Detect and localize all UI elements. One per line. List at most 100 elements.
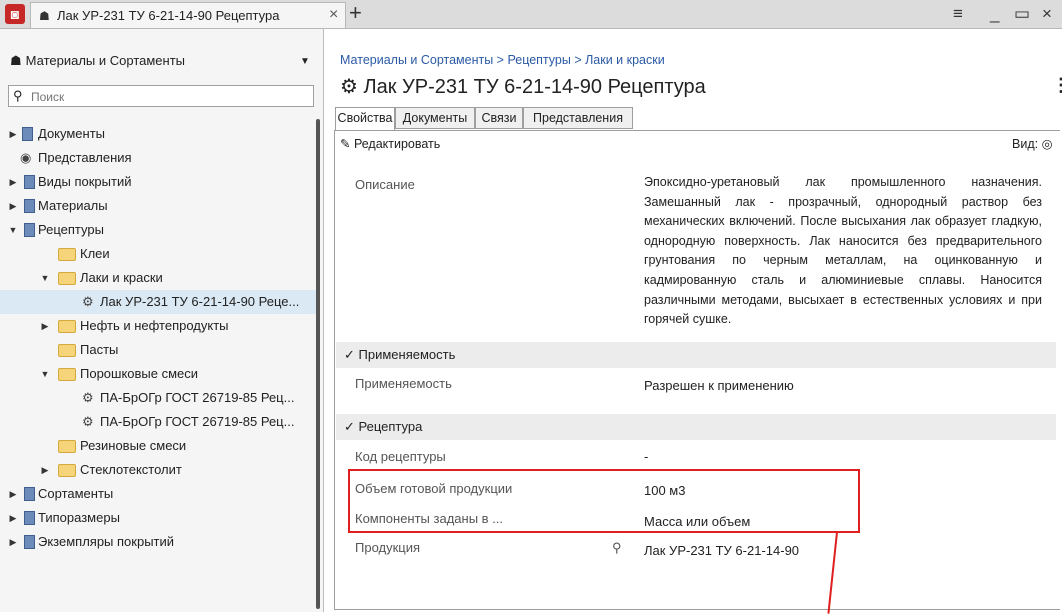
collapse-icon[interactable]: ▼ [40, 266, 50, 290]
tree-item-label: Рецептуры [38, 222, 104, 237]
tree-item-label: Лаки и краски [80, 270, 163, 285]
description-value: Эпоксидно-уретановый лак промышленного н… [644, 175, 1042, 327]
product-value[interactable]: Лак УР-231 ТУ 6-21-14-90 [644, 543, 799, 558]
page-title: ⚙ Лак УР-231 ТУ 6-21-14-90 Рецептура [340, 74, 706, 99]
tree-item-label: Сортаменты [38, 486, 114, 501]
expand-icon[interactable]: ▶ [8, 482, 18, 506]
tree-item-powder-mixes[interactable]: ▼ Порошковые смеси [0, 362, 318, 386]
recipe-icon: ⚙ [82, 294, 94, 309]
collapse-icon[interactable]: ▼ [40, 362, 50, 386]
folder-icon [58, 368, 76, 381]
section-title-text: Применяемость [358, 347, 456, 362]
recipe-icon: ⚙ [340, 76, 364, 98]
menu-icon[interactable]: ≡ [953, 2, 963, 26]
tree-item-label: Стеклотекстолит [80, 462, 182, 477]
tab-properties[interactable]: Свойства [335, 107, 395, 131]
close-window-button[interactable]: × [1042, 2, 1052, 26]
catalog-icon [24, 199, 35, 213]
tree-item-adhesives[interactable]: Клеи [0, 242, 318, 266]
tree-item-materials[interactable]: ▶ Материалы [0, 194, 318, 218]
add-tab-button[interactable]: + [349, 0, 362, 26]
tree-item-documents[interactable]: ▶ Документы [0, 122, 318, 146]
tree-item-coating-instances[interactable]: ▶ Экземпляры покрытий [0, 530, 318, 554]
tree-scrollbar[interactable] [316, 119, 320, 609]
expand-icon[interactable]: ▶ [8, 194, 18, 218]
tree-item-label: ПА-БрОГр ГОСТ 26719-85 Рец... [100, 390, 295, 405]
applicability-section-title: ✓ Применяемость [344, 347, 455, 363]
title-bar: ◙ ☗ Лак УР-231 ТУ 6-21-14-90 Рецептура ×… [0, 0, 1062, 29]
description-label: Описание [355, 177, 415, 192]
document-tab[interactable]: ☗ Лак УР-231 ТУ 6-21-14-90 Рецептура × [30, 2, 346, 28]
applicability-value: Разрешен к применению [644, 378, 794, 393]
tree-item-label: Виды покрытий [38, 174, 132, 189]
tree-item-label: Документы [38, 126, 106, 141]
chevron-down-icon: ✓ [344, 419, 359, 434]
expand-icon[interactable]: ▶ [8, 122, 18, 146]
tab-documents[interactable]: Документы [395, 107, 475, 129]
workspace-selector[interactable]: ☗ Материалы и Сортаменты [10, 53, 185, 69]
tree-item-powder-recipe-2[interactable]: ⚙ ПА-БрОГр ГОСТ 26719-85 Рец... [0, 410, 318, 434]
folder-icon [58, 464, 76, 477]
view-label: Вид: [1012, 137, 1039, 151]
folder-icon [58, 248, 76, 261]
tree-item-views[interactable]: ◉ Представления [0, 146, 318, 170]
document-tab-title: Лак УР-231 ТУ 6-21-14-90 Рецептура [57, 8, 280, 23]
applicability-section-header[interactable]: ✓ Применяемость [336, 342, 1056, 368]
tree-item-label: Резиновые смеси [80, 438, 187, 453]
workspace-title: Материалы и Сортаменты [25, 53, 185, 68]
expand-icon[interactable]: ▶ [8, 506, 18, 530]
close-tab-icon[interactable]: × [329, 6, 338, 24]
catalog-icon [24, 175, 35, 189]
expand-icon[interactable]: ▶ [8, 530, 18, 554]
tree-item-rubber-mixes[interactable]: Резиновые смеси [0, 434, 318, 458]
tree-item-powder-recipe-1[interactable]: ⚙ ПА-БрОГр ГОСТ 26719-85 Рец... [0, 386, 318, 410]
applicability-label: Применяемость [355, 376, 452, 391]
recipe-icon: ⚙ [82, 390, 94, 405]
tree-item-label: Пасты [80, 342, 119, 357]
search-field[interactable]: ⚲ [8, 85, 314, 107]
tree-item-label: Порошковые смеси [80, 366, 199, 381]
expand-icon[interactable]: ▶ [8, 170, 18, 194]
collapse-icon[interactable]: ▼ [8, 218, 18, 242]
section-title-text: Рецептура [358, 419, 423, 434]
tree-item-label: Клеи [80, 246, 110, 261]
expand-icon[interactable]: ▶ [40, 314, 50, 338]
recipe-code-value: - [644, 449, 649, 464]
view-selector[interactable]: Вид: ◎ [1012, 136, 1053, 151]
tree-item-varnishes-paints[interactable]: ▼ Лаки и краски [0, 266, 318, 290]
tab-views[interactable]: Представления [523, 107, 633, 129]
recipe-section-header[interactable]: ✓ Рецептура [336, 414, 1056, 440]
tree-item-recipes[interactable]: ▼ Рецептуры [0, 218, 318, 242]
more-menu-icon[interactable]: ⋮ [1052, 75, 1062, 96]
tab-links[interactable]: Связи [475, 107, 523, 129]
tree-item-varnish-recipe[interactable]: ⚙ Лак УР-231 ТУ 6-21-14-90 Реце... [0, 290, 318, 314]
maximize-button[interactable]: ▭ [1014, 2, 1030, 26]
pencil-icon: ✎ [340, 137, 354, 151]
catalog-icon [24, 487, 35, 501]
link-icon[interactable]: ⚲ [612, 540, 622, 556]
search-input[interactable] [29, 87, 313, 107]
tree-item-assortments[interactable]: ▶ Сортаменты [0, 482, 318, 506]
folder-icon [58, 344, 76, 357]
breadcrumb[interactable]: Материалы и Сортаменты > Рецептуры > Лак… [340, 53, 665, 67]
tree-item-fiberglass[interactable]: ▶ Стеклотекстолит [0, 458, 318, 482]
chevron-down-icon[interactable]: ▼ [300, 56, 310, 67]
recipe-icon: ⚙ [82, 414, 94, 429]
tree-item-oil-products[interactable]: ▶ Нефть и нефтепродукты [0, 314, 318, 338]
recipe-icon: ☗ [39, 9, 50, 23]
eye-icon: ◎ [1041, 137, 1053, 151]
highlight-box [348, 469, 860, 533]
tree-item-sizes[interactable]: ▶ Типоразмеры [0, 506, 318, 530]
edit-button[interactable]: ✎ Редактировать [340, 136, 440, 151]
tree-item-coating-types[interactable]: ▶ Виды покрытий [0, 170, 318, 194]
tree-item-label: Представления [38, 150, 132, 165]
properties-toolbar: ✎ Редактировать Вид: ◎ [336, 133, 1058, 159]
app-logo-icon[interactable]: ◙ [5, 4, 25, 24]
expand-icon[interactable]: ▶ [40, 458, 50, 482]
minimize-button[interactable]: _ [990, 2, 999, 26]
catalog-icon [24, 511, 35, 525]
tree-item-pastes[interactable]: Пасты [0, 338, 318, 362]
chevron-down-icon: ✓ [344, 347, 359, 362]
tree-item-label: ПА-БрОГр ГОСТ 26719-85 Рец... [100, 414, 295, 429]
tree-item-label: Экземпляры покрытий [38, 534, 175, 549]
